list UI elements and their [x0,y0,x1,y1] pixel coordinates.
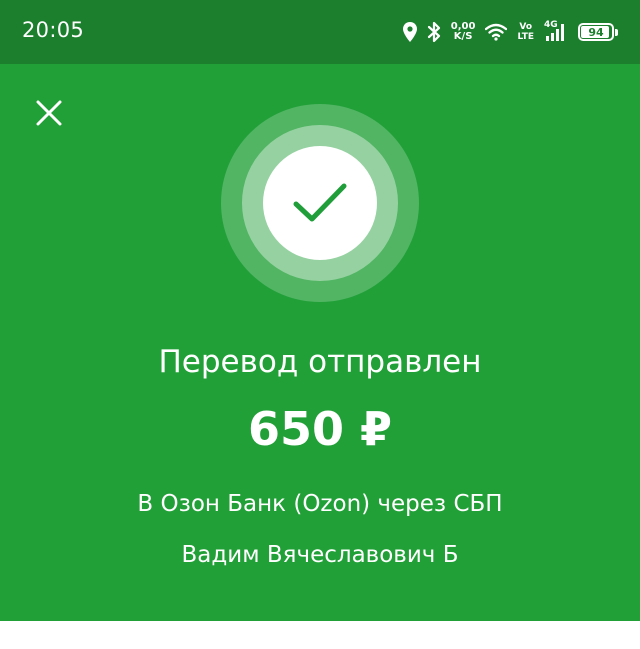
volte-bottom: LTE [517,32,534,42]
wifi-icon [485,23,508,41]
transfer-amount: 650 ₽ [247,402,393,456]
network-speed-unit: K/S [453,31,473,42]
success-panel: Перевод отправлен 650 ₽ В Озон Банк (Ozo… [0,64,640,621]
location-icon [402,22,417,42]
bottom-area [0,621,640,649]
bluetooth-icon [427,21,441,43]
success-badge [263,146,377,260]
battery-level: 94 [588,25,604,39]
battery-icon: 94 [578,23,618,41]
checkmark-icon [293,183,347,222]
page-title: Перевод отправлен [158,344,482,380]
battery-tip [615,29,618,36]
status-bar: 20:05 0,00 K/S Vo LTE 4G 94 [0,0,640,64]
status-icons: 0,00 K/S Vo LTE 4G 94 [402,16,618,48]
close-button[interactable] [30,94,68,132]
status-time: 20:05 [22,18,85,42]
close-icon [36,100,62,126]
recipient-name: Вадим Вячеславович Б [181,542,459,568]
network-speed: 0,00 K/S [451,22,476,42]
volte-indicator: Vo LTE [517,22,534,42]
signal-icon: 4G [544,20,568,42]
bank-line: В Озон Банк (Ozon) через СБП [137,491,503,517]
volte-top: Vo [519,22,533,32]
